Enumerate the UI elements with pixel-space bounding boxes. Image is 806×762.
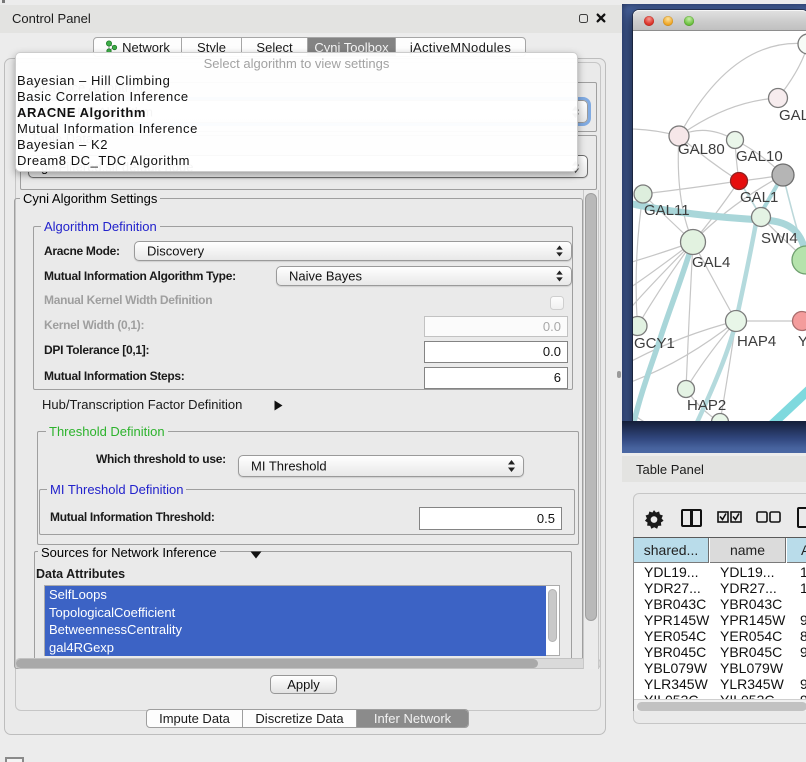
svg-text:HAP2: HAP2	[687, 397, 726, 414]
svg-text:GAL80: GAL80	[678, 141, 725, 158]
svg-text:GAL7: GAL7	[779, 107, 806, 124]
svg-text:GCY1: GCY1	[634, 335, 675, 352]
svg-text:SWI4: SWI4	[761, 230, 798, 247]
svg-text:YEL: YEL	[798, 333, 806, 350]
svg-text:GAL10: GAL10	[736, 148, 783, 165]
svg-text:GAL1: GAL1	[740, 189, 778, 206]
svg-text:GAL11: GAL11	[644, 202, 690, 219]
svg-text:HAP4: HAP4	[737, 333, 776, 350]
svg-text:GAL4: GAL4	[692, 254, 730, 271]
